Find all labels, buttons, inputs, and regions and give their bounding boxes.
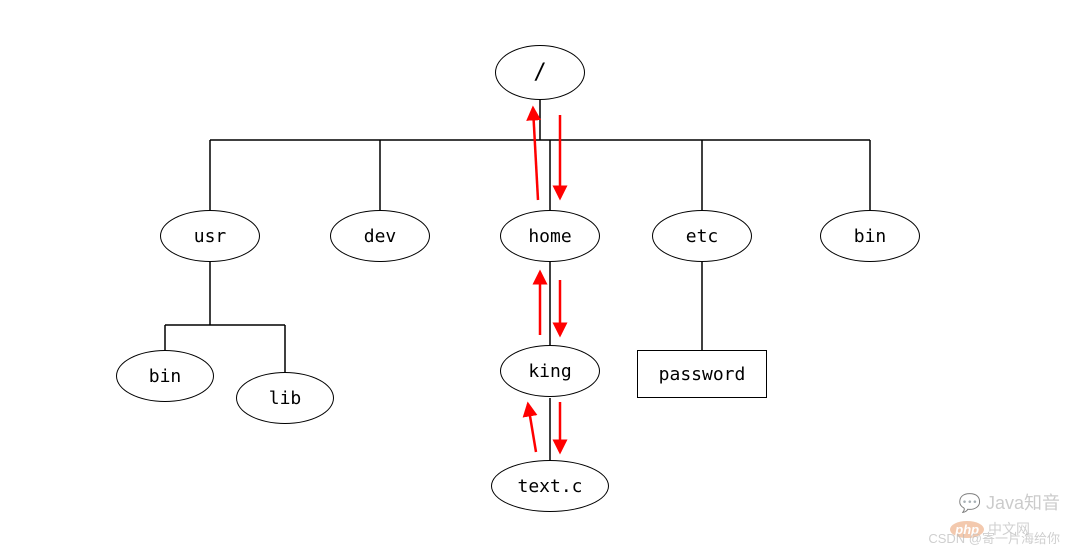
watermark-csdn: CSDN @寄一片海给你: [928, 528, 1060, 547]
node-home: home: [500, 210, 600, 262]
node-etc: etc: [652, 210, 752, 262]
node-label: usr: [194, 226, 227, 247]
node-label: /: [533, 60, 546, 85]
node-label: king: [528, 361, 571, 382]
node-label: text.c: [517, 476, 582, 497]
node-dev: dev: [330, 210, 430, 262]
node-label: lib: [269, 388, 302, 409]
node-usr: usr: [160, 210, 260, 262]
node-textc: text.c: [491, 460, 609, 512]
node-label: home: [528, 226, 571, 247]
node-label: bin: [854, 226, 887, 247]
node-label: bin: [149, 366, 182, 387]
node-king: king: [500, 345, 600, 397]
node-label: password: [659, 364, 746, 385]
node-password: password: [637, 350, 767, 398]
watermark-java: 💬 Java知音: [959, 489, 1060, 515]
node-bin-top: bin: [820, 210, 920, 262]
node-lib: lib: [236, 372, 334, 424]
node-label: dev: [364, 226, 397, 247]
node-label: etc: [686, 226, 719, 247]
node-root: /: [495, 45, 585, 100]
node-bin-sub: bin: [116, 350, 214, 402]
